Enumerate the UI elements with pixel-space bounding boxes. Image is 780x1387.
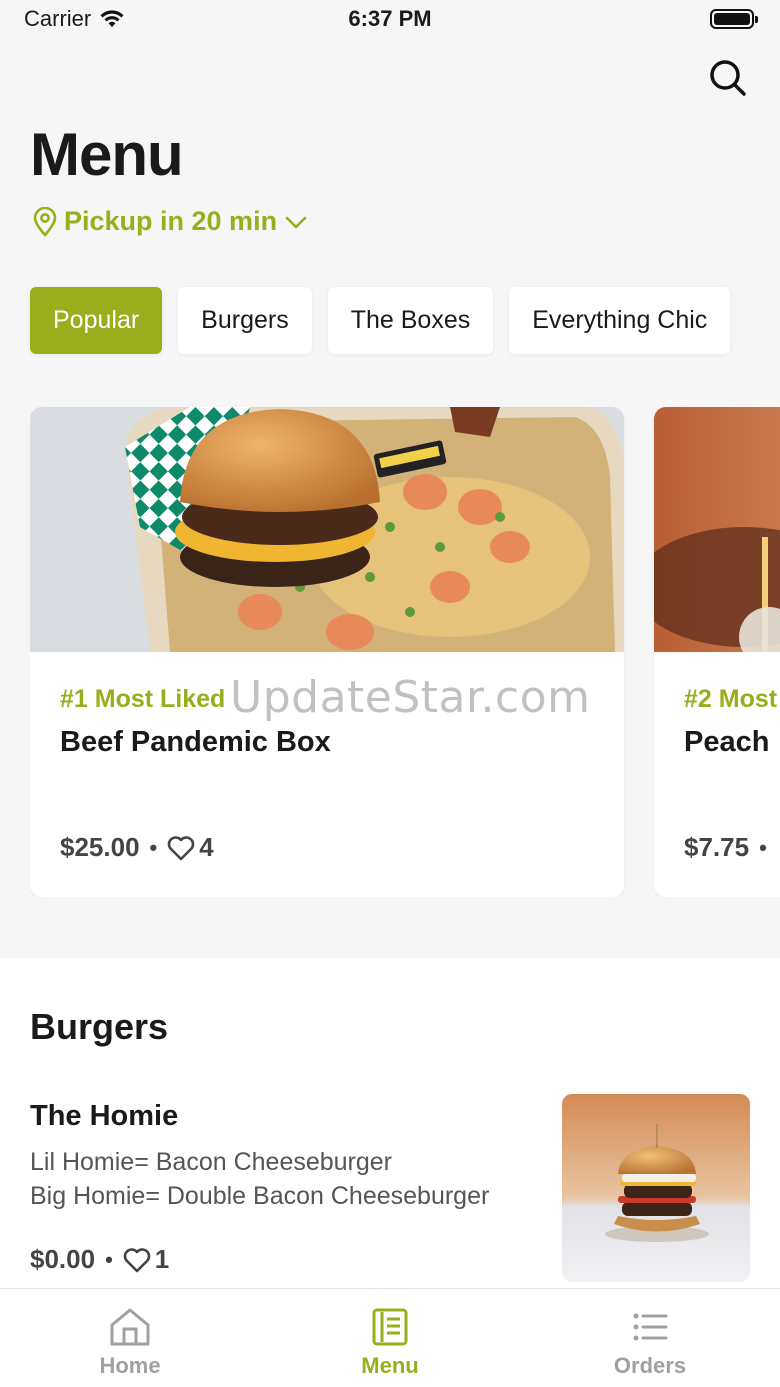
- tab-orders[interactable]: Orders: [520, 1289, 780, 1387]
- item-meta: $0.00 • 1: [30, 1244, 169, 1275]
- tab-label: Home: [99, 1353, 161, 1378]
- card-name: Peach: [684, 726, 770, 758]
- card-meta: $25.00 • 4: [60, 832, 214, 863]
- menu-book-icon: [372, 1308, 408, 1346]
- menu-item[interactable]: The Homie Lil Homie= Bacon Cheeseburger …: [30, 1094, 750, 1284]
- likes: 4: [167, 832, 214, 863]
- card-rank: #2 Most: [684, 685, 778, 713]
- category-chip-the-boxes[interactable]: The Boxes: [327, 287, 494, 354]
- status-time: 6:37 PM: [348, 6, 432, 31]
- like-count: 4: [199, 832, 214, 862]
- search-button[interactable]: [706, 56, 750, 100]
- home-icon: [110, 1308, 150, 1346]
- search-icon: [710, 60, 746, 96]
- tab-label: Orders: [613, 1353, 687, 1378]
- battery-icon: [710, 9, 758, 29]
- separator-dot: •: [105, 1246, 113, 1272]
- section-title: Burgers: [30, 1006, 169, 1047]
- food-image: [654, 407, 780, 652]
- heart-icon[interactable]: [123, 1247, 151, 1273]
- tab-label: Menu: [361, 1353, 419, 1378]
- item-image: [562, 1094, 750, 1282]
- chevron-down-icon: [285, 216, 307, 228]
- page-title: Menu: [30, 121, 184, 188]
- heart-icon[interactable]: [167, 835, 195, 861]
- status-bar: Carrier 6:37 PM: [0, 0, 780, 40]
- watermark: UpdateStar.com: [230, 672, 591, 723]
- category-chip-burgers[interactable]: Burgers: [178, 287, 312, 354]
- category-chip-everything-chicken[interactable]: Everything Chic: [509, 287, 731, 354]
- item-description-line: Lil Homie= Bacon Cheeseburger: [30, 1148, 393, 1176]
- separator-dot: •: [759, 834, 767, 860]
- item-price: $0.00: [30, 1244, 96, 1274]
- card-name: Beef Pandemic Box: [60, 726, 331, 758]
- food-image: [30, 407, 624, 652]
- item-description-line: Big Homie= Double Bacon Cheeseburger: [30, 1182, 490, 1210]
- tab-home[interactable]: Home: [0, 1289, 260, 1387]
- card-meta: $7.75 •: [684, 832, 767, 863]
- popular-card[interactable]: #2 Most Peach $7.75 •: [654, 407, 780, 897]
- pickup-label: Pickup in 20 min: [64, 206, 278, 236]
- tab-bar: Home Menu Orders: [0, 1288, 780, 1387]
- card-price: $25.00: [60, 832, 140, 862]
- like-count: 1: [154, 1244, 170, 1274]
- separator-dot: •: [149, 834, 158, 860]
- location-pin-icon: [33, 206, 57, 237]
- popular-carousel: #1 Most Liked Beef Pandemic Box $25.00 •…: [30, 407, 780, 897]
- category-chip-popular[interactable]: Popular: [30, 287, 163, 354]
- card-body: #2 Most Peach: [684, 685, 780, 759]
- item-description: Lil Homie= Bacon Cheeseburger Big Homie=…: [30, 1145, 525, 1213]
- card-price: $7.75: [684, 832, 750, 862]
- category-chips: Popular Burgers The Boxes Everything Chi…: [30, 287, 731, 354]
- list-icon: [633, 1313, 668, 1341]
- tab-menu[interactable]: Menu: [260, 1289, 520, 1387]
- popular-card[interactable]: #1 Most Liked Beef Pandemic Box $25.00 •…: [30, 407, 624, 897]
- pickup-selector[interactable]: Pickup in 20 min: [32, 206, 309, 237]
- likes: 1: [123, 1244, 169, 1275]
